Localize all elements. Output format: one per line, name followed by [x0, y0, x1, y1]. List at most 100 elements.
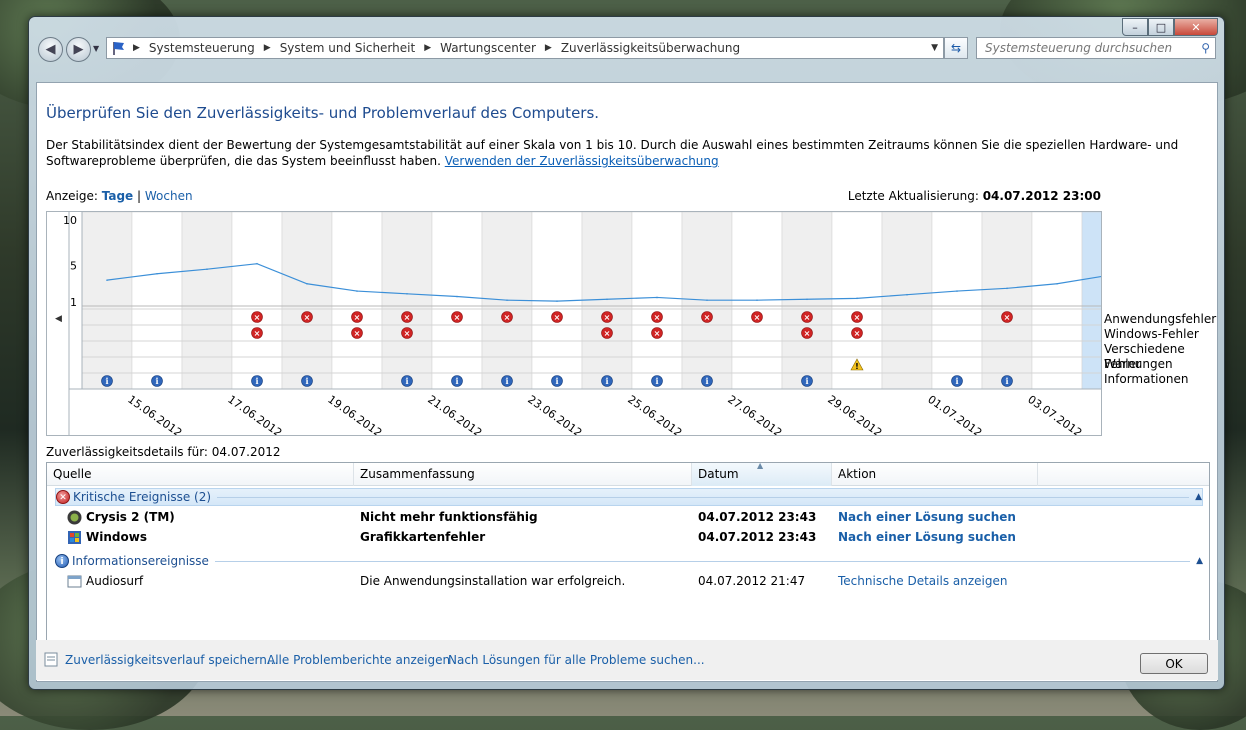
info-icon-glyph: i: [455, 376, 458, 386]
refresh-icon: ⇆: [950, 41, 962, 55]
error-icon: ✕: [56, 490, 70, 504]
column-header-source[interactable]: Quelle: [47, 463, 354, 486]
error-icon-glyph: ×: [654, 329, 661, 338]
stability-point: [306, 282, 308, 285]
table-row[interactable]: Crysis 2 (TM) Nicht mehr funktionsfähig …: [47, 508, 1209, 528]
legend-item: Windows-Fehler: [1104, 327, 1199, 341]
address-bar[interactable]: ▶ Systemsteuerung ▶ System und Sicherhei…: [106, 37, 944, 59]
history-dropdown[interactable]: ▼: [93, 44, 99, 53]
back-button[interactable]: ◀: [38, 37, 63, 62]
maximize-button[interactable]: □: [1148, 18, 1174, 36]
stability-point: [1056, 282, 1058, 285]
arrow-left-icon: ◀: [45, 42, 56, 57]
main-content: Überprüfen Sie den Zuverlässigkeits- und…: [36, 82, 1218, 682]
error-icon-glyph: ×: [354, 313, 361, 322]
day-column: [231, 211, 283, 390]
chart-svg: 1051×××××××××××××××××××××××!iiiiiiiiiiii…: [55, 211, 1145, 440]
day-column: [331, 211, 383, 390]
breadcrumb-separator-icon: ▶: [424, 43, 432, 53]
x-tick-label: 27.06.2012: [725, 393, 784, 435]
row-action-link[interactable]: Nach einer Lösung suchen: [838, 510, 1016, 524]
y-tick-label: 5: [70, 260, 77, 273]
help-link[interactable]: Verwenden der Zuverlässigkeitsüberwachun…: [445, 154, 719, 168]
group-label: Informationsereignisse: [72, 554, 209, 568]
all-reports-link[interactable]: Alle Problemberichte anzeigen: [267, 653, 450, 667]
table-row[interactable]: Audiosurf Die Anwendungsinstallation war…: [47, 572, 1209, 592]
breadcrumb-separator-icon: ▶: [133, 43, 140, 53]
breadcrumb-item[interactable]: System und Sicherheit: [280, 41, 416, 55]
error-icon-glyph: ×: [704, 313, 711, 322]
breadcrumb-item[interactable]: Systemsteuerung: [149, 41, 255, 55]
breadcrumb-separator-icon: ▶: [263, 43, 271, 53]
stability-point: [156, 272, 158, 275]
address-dropdown-icon[interactable]: ▼: [931, 43, 938, 53]
collapse-chevron-icon[interactable]: ▲: [1196, 556, 1203, 566]
info-icon-glyph: i: [555, 376, 558, 386]
table-row[interactable]: Windows Grafikkartenfehler 04.07.2012 23…: [47, 528, 1209, 548]
ok-button[interactable]: OK: [1140, 653, 1208, 674]
column-header-summary[interactable]: Zusammenfassung: [354, 463, 692, 486]
control-panel-icon: [111, 40, 127, 56]
day-column: [431, 211, 483, 390]
find-solutions-link[interactable]: Nach Lösungen für alle Probleme suchen..…: [448, 653, 705, 667]
group-information-events[interactable]: i Informationsereignisse ▲: [55, 552, 1203, 570]
day-column: [181, 211, 233, 390]
day-column: [381, 211, 433, 390]
view-days-link[interactable]: Tage: [102, 189, 133, 203]
stability-point: [906, 293, 908, 296]
reliability-chart[interactable]: 1051×××××××××××××××××××××××!iiiiiiiiiiii…: [46, 211, 1145, 440]
view-weeks-link[interactable]: Wochen: [145, 189, 193, 203]
warning-icon-glyph: !: [855, 362, 859, 371]
stability-point: [606, 298, 608, 301]
group-critical-events[interactable]: ✕ Kritische Ereignisse (2) ▲: [55, 488, 1203, 506]
stability-point: [706, 299, 708, 301]
day-column: [81, 211, 133, 390]
collapse-chevron-icon[interactable]: ▲: [1195, 492, 1202, 502]
x-tick-label: 23.06.2012: [525, 393, 584, 435]
forward-button[interactable]: ▶: [66, 37, 91, 62]
info-icon-glyph: i: [155, 376, 158, 386]
stability-point: [506, 299, 508, 301]
row-source: Audiosurf: [86, 574, 144, 588]
minimize-button[interactable]: –: [1122, 18, 1148, 36]
error-icon-glyph: ×: [304, 313, 311, 322]
row-date: 04.07.2012 23:43: [698, 510, 817, 524]
error-icon-glyph: ×: [554, 313, 561, 322]
save-history-link[interactable]: Zuverlässigkeitsverlauf speichern...: [65, 653, 278, 667]
close-button[interactable]: ✕: [1174, 18, 1218, 36]
search-input[interactable]: Systemsteuerung durchsuchen ⚲: [976, 37, 1216, 59]
search-placeholder: Systemsteuerung durchsuchen: [985, 41, 1173, 55]
scroll-left-arrow-icon: ◀: [55, 314, 62, 324]
row-action-link[interactable]: Technische Details anzeigen: [838, 574, 1007, 588]
x-tick-label: 17.06.2012: [225, 393, 284, 435]
day-column: [1031, 211, 1083, 390]
info-icon-glyph: i: [605, 376, 608, 386]
row-summary: Die Anwendungsinstallation war erfolgrei…: [360, 574, 626, 588]
details-table: Quelle Zusammenfassung Datum ▲ Aktion ✕ …: [46, 461, 1210, 643]
info-icon-glyph: i: [105, 376, 108, 386]
error-icon-glyph: ×: [404, 329, 411, 338]
info-icon-glyph: i: [505, 376, 508, 386]
breadcrumb-item[interactable]: Wartungscenter: [440, 41, 536, 55]
x-tick-label: 01.07.2012: [925, 393, 984, 435]
refresh-button[interactable]: ⇆: [944, 37, 968, 59]
row-summary: Grafikkartenfehler: [360, 530, 486, 544]
stability-point: [406, 293, 408, 295]
crysis-app-icon: [67, 510, 82, 525]
error-icon-glyph: ×: [604, 329, 611, 338]
legend-item: Anwendungsfehler: [1104, 312, 1217, 326]
y-tick-label: 1: [70, 296, 77, 309]
column-header-action[interactable]: Aktion: [832, 463, 1038, 486]
day-column: [631, 211, 683, 390]
breadcrumb-item[interactable]: Zuverlässigkeitsüberwachung: [561, 41, 740, 55]
application-icon: [67, 574, 82, 589]
stability-point: [106, 279, 108, 281]
arrow-right-icon: ▶: [73, 42, 84, 57]
error-icon-glyph: ×: [504, 313, 511, 322]
row-source: Windows: [86, 530, 147, 544]
stability-point: [356, 290, 358, 292]
search-icon[interactable]: ⚲: [1201, 41, 1210, 55]
row-action-link[interactable]: Nach einer Lösung suchen: [838, 530, 1016, 544]
view-selector: Anzeige: Tage | Wochen: [46, 189, 193, 203]
caption-buttons: – □ ✕: [1122, 18, 1218, 36]
